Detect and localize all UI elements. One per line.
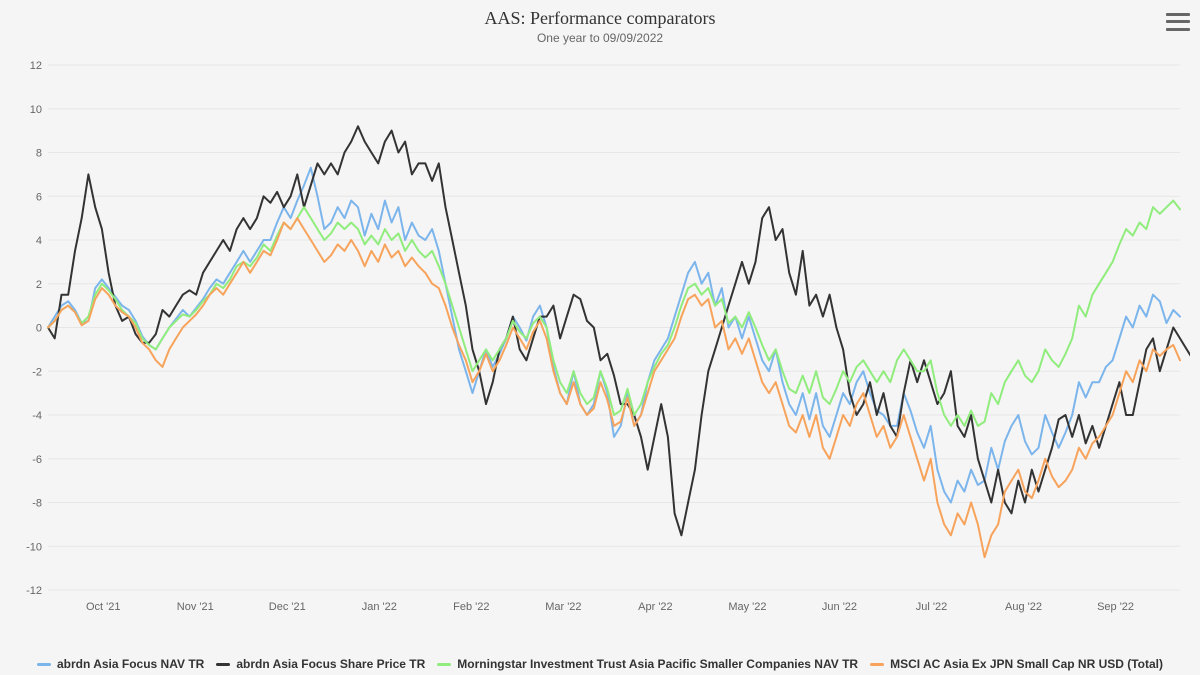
- svg-text:Jan '22: Jan '22: [362, 601, 397, 613]
- legend: abrdn Asia Focus NAV TR abrdn Asia Focus …: [0, 655, 1200, 672]
- svg-text:6: 6: [36, 191, 42, 203]
- legend-swatch: [37, 663, 51, 666]
- svg-text:10: 10: [30, 104, 42, 116]
- svg-text:-4: -4: [32, 410, 42, 422]
- hamburger-menu-icon[interactable]: [1166, 8, 1190, 36]
- svg-text:2: 2: [36, 279, 42, 291]
- legend-label: abrdn Asia Focus NAV TR: [57, 657, 204, 671]
- legend-item[interactable]: Morningstar Investment Trust Asia Pacifi…: [437, 657, 858, 671]
- legend-label: MSCI AC Asia Ex JPN Small Cap NR USD (To…: [890, 657, 1163, 671]
- svg-text:-12: -12: [26, 585, 42, 597]
- svg-text:-6: -6: [32, 454, 42, 466]
- legend-item[interactable]: MSCI AC Asia Ex JPN Small Cap NR USD (To…: [870, 657, 1163, 671]
- svg-text:Sep '22: Sep '22: [1097, 601, 1134, 613]
- legend-swatch: [216, 663, 230, 666]
- plot-area: -12 -10 -8 -6 -4 -2 0 2 4 6 8 10 12 Oct '21 Nov '21 Dec…: [20, 55, 1190, 620]
- svg-text:Feb '22: Feb '22: [453, 601, 489, 613]
- svg-text:Mar '22: Mar '22: [545, 601, 581, 613]
- svg-text:-2: -2: [32, 366, 42, 378]
- svg-text:Nov '21: Nov '21: [177, 601, 214, 613]
- svg-text:May '22: May '22: [728, 601, 766, 613]
- svg-text:-10: -10: [26, 541, 42, 553]
- svg-text:12: 12: [30, 60, 42, 72]
- svg-text:-8: -8: [32, 498, 42, 510]
- chart-subtitle: One year to 09/09/2022: [0, 29, 1200, 45]
- legend-swatch: [437, 663, 451, 666]
- svg-text:Jul '22: Jul '22: [916, 601, 947, 613]
- svg-text:4: 4: [36, 235, 42, 247]
- svg-text:0: 0: [36, 323, 42, 335]
- svg-text:Jun '22: Jun '22: [822, 601, 857, 613]
- svg-text:Apr '22: Apr '22: [638, 601, 673, 613]
- chart-title: AAS: Performance comparators: [0, 0, 1200, 29]
- legend-label: Morningstar Investment Trust Asia Pacifi…: [457, 657, 858, 671]
- legend-item[interactable]: abrdn Asia Focus Share Price TR: [216, 657, 425, 671]
- legend-swatch: [870, 663, 884, 666]
- chart-container: AAS: Performance comparators One year to…: [0, 0, 1200, 675]
- svg-text:Oct '21: Oct '21: [86, 601, 121, 613]
- svg-text:8: 8: [36, 148, 42, 160]
- svg-text:Dec '21: Dec '21: [269, 601, 306, 613]
- legend-label: abrdn Asia Focus Share Price TR: [236, 657, 425, 671]
- svg-text:Aug '22: Aug '22: [1005, 601, 1042, 613]
- legend-item[interactable]: abrdn Asia Focus NAV TR: [37, 657, 204, 671]
